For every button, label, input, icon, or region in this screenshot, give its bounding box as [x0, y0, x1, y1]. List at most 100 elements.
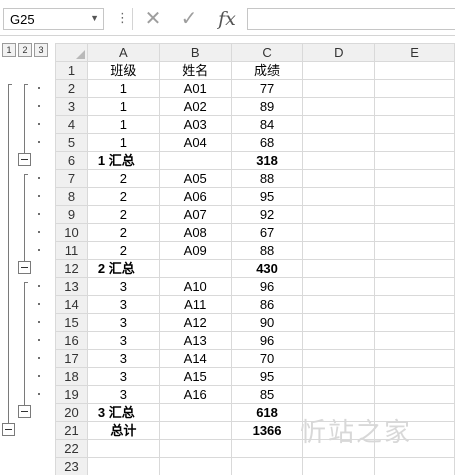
cell-a[interactable]: 2 — [86, 241, 160, 260]
row-header[interactable]: 3 — [55, 97, 88, 116]
cell-c[interactable]: 成绩 — [230, 61, 304, 80]
insert-function-icon[interactable]: fx — [212, 8, 242, 30]
row-header[interactable]: 19 — [55, 385, 88, 404]
cell-c[interactable]: 67 — [230, 223, 304, 242]
cell-b[interactable] — [158, 421, 232, 440]
formula-bar-options-icon[interactable]: ⋮ — [116, 9, 129, 27]
cell-a[interactable]: 班级 — [86, 61, 160, 80]
cell-e[interactable] — [374, 97, 455, 116]
cell-a[interactable]: 3 — [86, 349, 160, 368]
cell-a[interactable]: 1 — [86, 79, 160, 98]
cell-a[interactable] — [86, 439, 160, 458]
cell-c[interactable]: 77 — [230, 79, 304, 98]
cell-d[interactable] — [302, 349, 376, 368]
cell-c[interactable] — [230, 457, 304, 475]
row-header[interactable]: 13 — [55, 277, 88, 296]
cell-e[interactable] — [374, 151, 455, 170]
select-all-corner[interactable] — [55, 43, 88, 62]
cell-c[interactable] — [230, 439, 304, 458]
row-header[interactable]: 6 — [55, 151, 88, 170]
cell-c[interactable]: 88 — [230, 169, 304, 188]
row-header[interactable]: 10 — [55, 223, 88, 242]
column-header-c[interactable]: C — [230, 43, 304, 62]
cell-d[interactable] — [302, 277, 376, 296]
cell-b[interactable] — [158, 259, 232, 278]
enter-icon[interactable]: ✓ — [176, 8, 202, 30]
cell-b[interactable] — [158, 403, 232, 422]
cell-b[interactable]: A07 — [158, 205, 232, 224]
cell-d[interactable] — [302, 385, 376, 404]
cell-a[interactable]: 1 — [86, 97, 160, 116]
cell-b[interactable] — [158, 151, 232, 170]
column-header-a[interactable]: A — [86, 43, 160, 62]
row-header[interactable]: 1 — [55, 61, 88, 80]
cell-c[interactable]: 88 — [230, 241, 304, 260]
cell-d[interactable] — [302, 205, 376, 224]
cell-b[interactable]: A15 — [158, 367, 232, 386]
outline-level-2-button[interactable]: 2 — [18, 43, 32, 57]
cell-d[interactable] — [302, 115, 376, 134]
cell-a[interactable]: 1 汇总 — [86, 151, 160, 170]
cell-a[interactable]: 3 — [86, 367, 160, 386]
cell-e[interactable] — [374, 385, 455, 404]
cell-d[interactable] — [302, 457, 376, 475]
cell-b[interactable]: A04 — [158, 133, 232, 152]
row-header[interactable]: 21 — [55, 421, 88, 440]
cell-b[interactable]: A09 — [158, 241, 232, 260]
cell-b[interactable] — [158, 457, 232, 475]
cell-a[interactable]: 3 — [86, 277, 160, 296]
cell-a[interactable] — [86, 457, 160, 475]
row-header[interactable]: 17 — [55, 349, 88, 368]
cell-c[interactable]: 85 — [230, 385, 304, 404]
cell-e[interactable] — [374, 205, 455, 224]
row-header[interactable]: 4 — [55, 115, 88, 134]
column-header-b[interactable]: B — [158, 43, 232, 62]
cell-e[interactable] — [374, 367, 455, 386]
cell-b[interactable]: A01 — [158, 79, 232, 98]
cell-d[interactable] — [302, 313, 376, 332]
cell-c[interactable]: 86 — [230, 295, 304, 314]
cell-b[interactable] — [158, 439, 232, 458]
cell-b[interactable]: A14 — [158, 349, 232, 368]
cell-a[interactable]: 3 — [86, 331, 160, 350]
cell-b[interactable]: 姓名 — [158, 61, 232, 80]
cell-c[interactable]: 96 — [230, 331, 304, 350]
cell-e[interactable] — [374, 241, 455, 260]
row-header[interactable]: 23 — [55, 457, 88, 475]
cell-e[interactable] — [374, 61, 455, 80]
cell-c[interactable]: 90 — [230, 313, 304, 332]
cell-b[interactable]: A11 — [158, 295, 232, 314]
cell-d[interactable] — [302, 151, 376, 170]
cell-e[interactable] — [374, 349, 455, 368]
cell-e[interactable] — [374, 115, 455, 134]
cell-b[interactable]: A03 — [158, 115, 232, 134]
cell-c[interactable]: 92 — [230, 205, 304, 224]
cell-e[interactable] — [374, 169, 455, 188]
cell-c[interactable]: 96 — [230, 277, 304, 296]
outline-level-1-button[interactable]: 1 — [2, 43, 16, 57]
row-header[interactable]: 11 — [55, 241, 88, 260]
cell-a[interactable]: 3 汇总 — [86, 403, 160, 422]
cell-c[interactable]: 430 — [230, 259, 304, 278]
cell-d[interactable] — [302, 133, 376, 152]
cell-a[interactable]: 3 — [86, 313, 160, 332]
row-header[interactable]: 15 — [55, 313, 88, 332]
cell-a[interactable]: 3 — [86, 295, 160, 314]
cell-b[interactable]: A10 — [158, 277, 232, 296]
row-header[interactable]: 14 — [55, 295, 88, 314]
cell-a[interactable]: 2 — [86, 187, 160, 206]
cell-b[interactable]: A02 — [158, 97, 232, 116]
cancel-icon[interactable]: ✕ — [140, 8, 166, 30]
name-box[interactable]: G25 ▼ — [3, 8, 104, 30]
cell-e[interactable] — [374, 223, 455, 242]
cell-c[interactable]: 89 — [230, 97, 304, 116]
cell-b[interactable]: A05 — [158, 169, 232, 188]
cell-d[interactable] — [302, 295, 376, 314]
cell-a[interactable]: 1 — [86, 115, 160, 134]
cell-e[interactable] — [374, 187, 455, 206]
cell-d[interactable] — [302, 169, 376, 188]
row-header[interactable]: 12 — [55, 259, 88, 278]
cell-a[interactable]: 2 — [86, 169, 160, 188]
cell-b[interactable]: A13 — [158, 331, 232, 350]
cell-e[interactable] — [374, 277, 455, 296]
